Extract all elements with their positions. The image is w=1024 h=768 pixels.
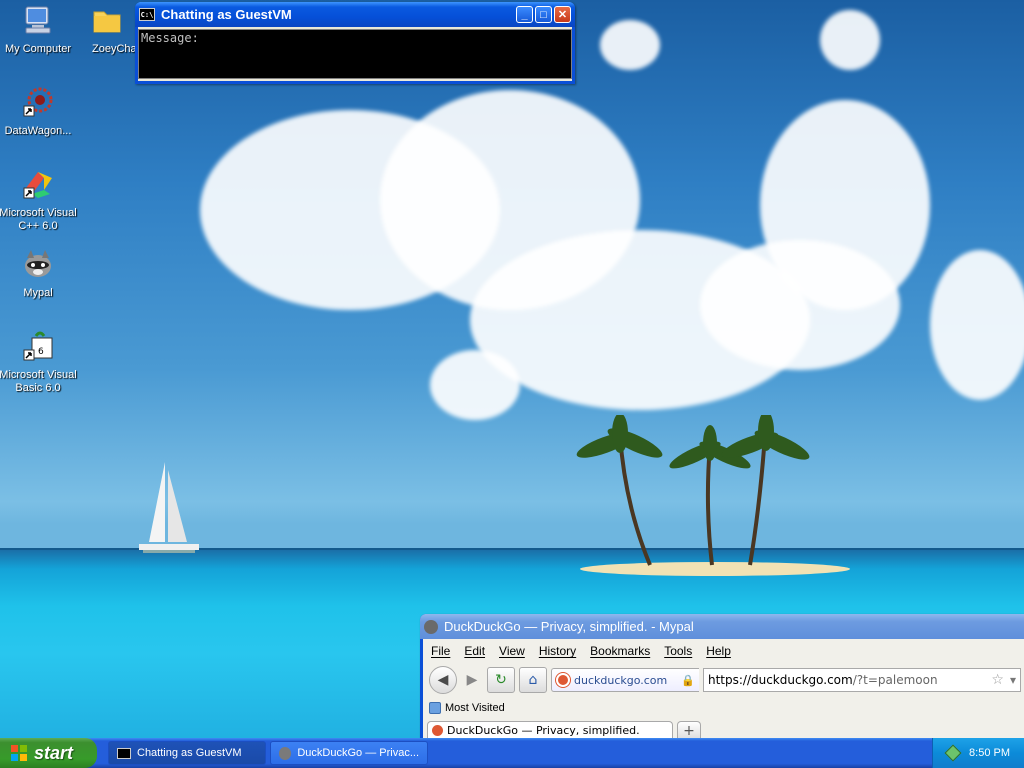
wallpaper-cloud (700, 240, 900, 370)
desktop-icon-label: Microsoft Visual C++ 6.0 (0, 207, 77, 232)
reload-icon: ↻ (495, 672, 507, 688)
desktop-icon-visual-cpp[interactable]: Microsoft Visual C++ 6.0 (0, 168, 78, 233)
bookmark-folder-icon (429, 702, 441, 714)
forward-button[interactable]: ▶ (461, 667, 483, 693)
menu-bookmarks[interactable]: Bookmarks (590, 644, 650, 658)
desktop-icon-label: DataWagon... (4, 125, 72, 137)
browser-titlebar[interactable]: DuckDuckGo — Privacy, simplified. - Mypa… (420, 614, 1024, 639)
mypal-raccoon-icon (25, 250, 51, 277)
chat-window-titlebar[interactable]: C:\ Chatting as GuestVM _ □ ✕ (135, 2, 575, 27)
menu-help[interactable]: Help (706, 644, 731, 658)
clock[interactable]: 8:50 PM (969, 747, 1010, 759)
windows-logo-icon (11, 745, 27, 761)
desktop-icon-datawagon[interactable]: DataWagon... (0, 86, 78, 138)
desktop-icon-label: My Computer (4, 43, 72, 55)
bookmarks-toolbar: Most Visited (423, 697, 1024, 719)
home-icon: ⌂ (528, 672, 538, 688)
back-arrow-icon: ◀ (437, 672, 449, 688)
url-bar[interactable]: https://duckduckgo.com /?t=palemoon ☆ ▾ (702, 668, 1021, 692)
visual-cpp-icon (23, 172, 52, 199)
mypal-raccoon-icon (424, 619, 438, 634)
new-tab-button[interactable]: + (677, 721, 701, 739)
taskbar: start Chatting as GuestVM DuckDuckGo — P… (0, 738, 1024, 768)
menu-bar: File Edit View History Bookmarks Tools H… (423, 639, 1024, 663)
dropdown-arrow-icon[interactable]: ▾ (1010, 673, 1016, 687)
taskbar-button-chat[interactable]: Chatting as GuestVM (108, 741, 266, 765)
maximize-icon: □ (540, 8, 547, 21)
lock-icon: 🔒 (681, 673, 695, 687)
taskbar-button-label: DuckDuckGo — Privac... (297, 747, 419, 759)
console-prompt: Message: (141, 31, 199, 45)
bookmark-most-visited[interactable]: Most Visited (445, 702, 505, 714)
sailboat (139, 462, 199, 553)
svg-text:6: 6 (38, 347, 44, 357)
desktop-icon-my-computer[interactable]: My Computer (0, 4, 78, 56)
menu-file[interactable]: File (431, 644, 450, 658)
desktop-icon-mypal[interactable]: Mypal (0, 248, 78, 300)
close-button[interactable]: ✕ (554, 6, 571, 23)
navigation-toolbar: ◀ ▶ ↻ ⌂ duckduckgo.com 🔒 https://duckduc… (423, 663, 1024, 697)
url-host: https://duckduckgo.com (707, 673, 853, 687)
plus-icon: + (683, 722, 695, 739)
visual-basic-icon: 6 (23, 331, 53, 361)
taskbar-button-label: Chatting as GuestVM (137, 747, 242, 759)
desktop-icon-label: Mypal (23, 287, 53, 299)
menu-view[interactable]: View (499, 644, 525, 658)
menu-history[interactable]: History (539, 644, 576, 658)
duckduckgo-icon (556, 673, 570, 687)
tab-bar: DuckDuckGo — Privacy, simplified. + (423, 719, 1024, 739)
chat-window-title: Chatting as GuestVM (161, 7, 292, 22)
tab-title: DuckDuckGo — Privacy, simplified. (447, 724, 640, 737)
folder-icon (93, 11, 121, 33)
browser-window[interactable]: DuckDuckGo — Privacy, simplified. - Mypa… (420, 614, 1024, 744)
wallpaper-cloud (600, 20, 660, 70)
browser-window-title: DuckDuckGo — Privacy, simplified. - Mypa… (444, 619, 694, 634)
back-button[interactable]: ◀ (429, 666, 457, 694)
forward-arrow-icon: ▶ (466, 672, 478, 688)
desktop-icon-label: Microsoft Visual Basic 6.0 (0, 369, 77, 394)
reload-button[interactable]: ↻ (487, 667, 515, 693)
maximize-button[interactable]: □ (535, 6, 552, 23)
bookmark-star-icon[interactable]: ☆ (991, 672, 1004, 688)
chat-window[interactable]: C:\ Chatting as GuestVM _ □ ✕ Message: (135, 2, 575, 84)
chat-console[interactable]: Message: (138, 29, 572, 79)
minimize-button[interactable]: _ (516, 6, 533, 23)
url-path: /?t=palemoon (852, 673, 938, 687)
menu-tools[interactable]: Tools (664, 644, 692, 658)
palm-trees (576, 415, 810, 566)
taskbar-button-browser[interactable]: DuckDuckGo — Privac... (270, 741, 428, 765)
system-tray: 8:50 PM (932, 738, 1024, 768)
close-icon: ✕ (557, 9, 568, 21)
site-identity-label: duckduckgo.com (574, 673, 668, 687)
home-button[interactable]: ⌂ (519, 667, 547, 693)
desktop-icon-visual-basic[interactable]: 6 Microsoft Visual Basic 6.0 (0, 330, 78, 395)
tab-duckduckgo[interactable]: DuckDuckGo — Privacy, simplified. (427, 721, 673, 739)
minimize-icon: _ (521, 8, 528, 21)
wallpaper-cloud (930, 250, 1024, 400)
start-label: start (34, 742, 74, 763)
datawagon-icon (23, 87, 53, 117)
start-button[interactable]: start (0, 738, 97, 768)
computer-icon (25, 6, 51, 34)
site-identity-button[interactable]: duckduckgo.com 🔒 (551, 668, 699, 692)
console-icon: C:\ (139, 8, 155, 21)
menu-edit[interactable]: Edit (464, 644, 485, 658)
network-icon[interactable] (944, 744, 962, 762)
wallpaper-cloud (820, 10, 880, 70)
desktop-icon-zoeycha[interactable]: ZoeyCha (76, 4, 138, 56)
console-icon (117, 747, 131, 759)
desktop-icon-label: ZoeyCha (92, 43, 137, 55)
mypal-raccoon-icon (279, 746, 292, 760)
wallpaper-cloud (430, 350, 520, 420)
duckduckgo-icon (432, 725, 443, 736)
